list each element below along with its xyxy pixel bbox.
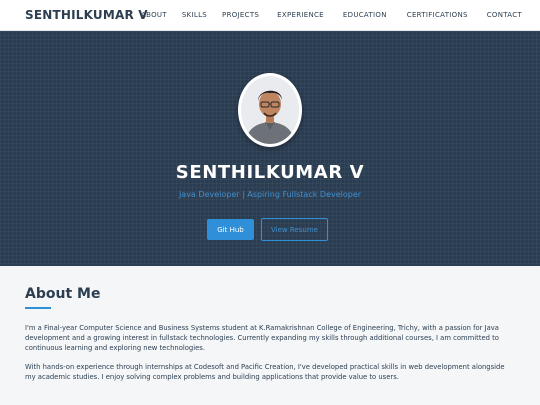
- avatar: [238, 73, 302, 147]
- nav-links: ABOUT SKILLS PROJECTS EXPERIENCE EDUCATI…: [141, 11, 522, 19]
- nav-link-certifications[interactable]: CERTIFICATIONS: [407, 11, 468, 19]
- profile-photo: [241, 76, 299, 144]
- nav-link-projects[interactable]: PROJECTS: [222, 11, 259, 19]
- nav-link-contact[interactable]: CONTACT: [487, 11, 522, 19]
- brand-logo[interactable]: SENTHILKUMAR V: [25, 8, 148, 22]
- nav-link-experience[interactable]: EXPERIENCE: [277, 11, 324, 19]
- hero-subtitle: Java Developer | Aspiring Fullstack Deve…: [178, 190, 362, 199]
- nav-link-education[interactable]: EDUCATION: [343, 11, 387, 19]
- hero-section: SENTHILKUMAR V Java Developer | Aspiring…: [0, 31, 540, 266]
- navbar: SENTHILKUMAR V ABOUT SKILLS PROJECTS EXP…: [0, 0, 540, 31]
- view-resume-button[interactable]: View Resume: [261, 218, 328, 241]
- about-title: About Me: [25, 286, 101, 302]
- github-button[interactable]: Git Hub: [207, 219, 254, 240]
- hero-name: SENTHILKUMAR V: [175, 162, 365, 183]
- about-section: About Me I'm a Final-year Computer Scien…: [0, 266, 540, 405]
- nav-link-about[interactable]: ABOUT: [141, 11, 167, 19]
- title-underline: [25, 307, 51, 309]
- about-paragraph-2: With hands-on experience through interns…: [25, 363, 505, 381]
- about-paragraph-1: I'm a Final-year Computer Science and Bu…: [25, 324, 499, 352]
- nav-link-skills[interactable]: SKILLS: [182, 11, 207, 19]
